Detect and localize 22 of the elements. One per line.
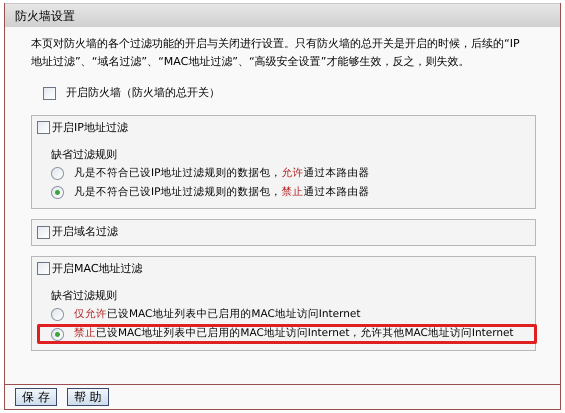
option-label: 凡是不符合已设IP地址过滤规则的数据包，允许通过本路由器 — [74, 166, 370, 181]
save-button[interactable]: 保 存 — [15, 388, 57, 406]
checkbox[interactable] — [43, 86, 56, 100]
rules-title: 缺省过滤规则 — [51, 147, 118, 163]
checkbox[interactable] — [37, 262, 50, 276]
radio-button[interactable] — [51, 328, 64, 340]
checkbox[interactable] — [37, 226, 50, 239]
option-label: 仅允许已设MAC地址列表中已启用的MAC地址访问Internet — [74, 306, 360, 322]
option-label: 禁止已设MAC地址列表中已启用的MAC地址访问Internet，允许其他MAC地址访问Internet — [74, 326, 514, 342]
checkbox[interactable] — [37, 121, 50, 134]
description-text: 本页对防火墙的各个过滤功能的开启与关闭进行设置。只有防火墙的总开关是开启的时候，后续的“IP地址过滤”、“域名过滤”、“MAC地址过滤”、“高级安全设置”才能够生效，反之，则失效。 — [31, 36, 521, 70]
checkbox-label: 开启IP地址过滤 — [52, 120, 128, 136]
radio-button[interactable] — [51, 186, 64, 199]
radio-button[interactable] — [51, 167, 64, 180]
checkbox-label: 开启域名过滤 — [52, 224, 118, 240]
option-label: 凡是不符合已设IP地址过滤规则的数据包，禁止通过本路由器 — [74, 184, 370, 200]
checkbox-label: 开启防火墙（防火墙的总开关） — [66, 85, 220, 101]
panel-title: 防火墙设置 — [15, 8, 75, 24]
rules-title: 缺省过滤规则 — [51, 288, 118, 304]
radio-button[interactable] — [51, 308, 64, 321]
help-button[interactable]: 帮 助 — [66, 388, 109, 406]
checkbox-label: 开启MAC地址过滤 — [52, 260, 143, 276]
